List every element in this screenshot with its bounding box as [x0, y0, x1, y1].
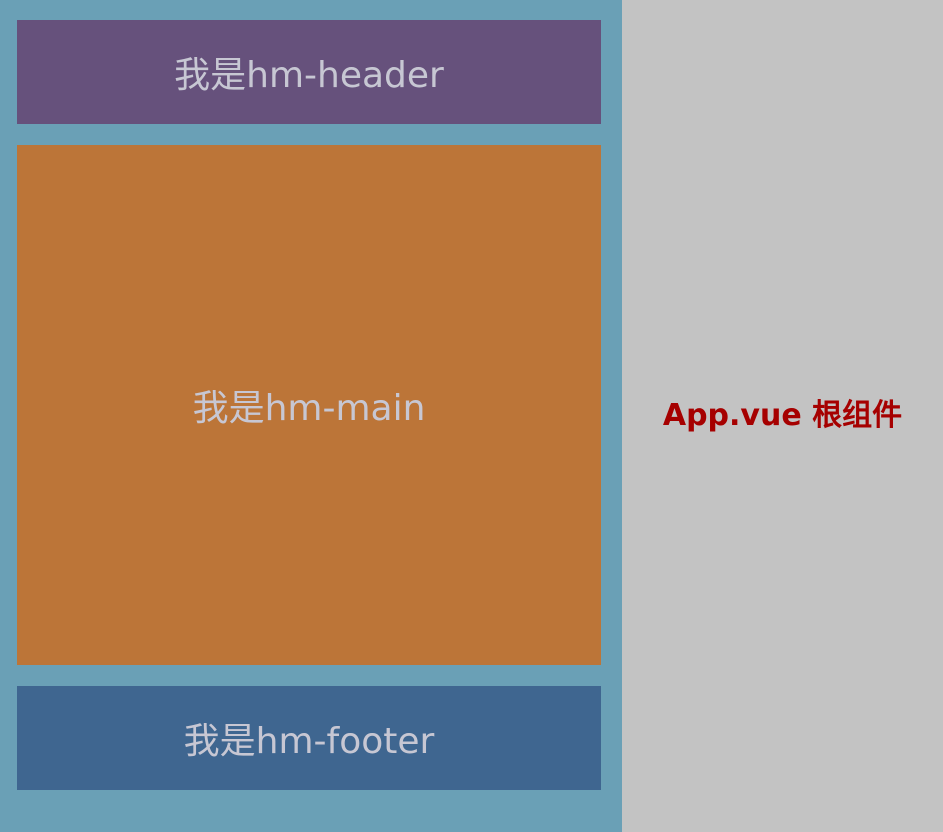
app-vue-root-label: App.vue 根组件 — [622, 390, 943, 434]
hm-main-block: 我是hm-main — [17, 145, 601, 665]
app-root-container: 我是hm-header 我是hm-main 我是hm-footer App.vu… — [0, 0, 943, 832]
hm-footer-block: 我是hm-footer — [17, 686, 601, 790]
app-layout-column: 我是hm-header 我是hm-main 我是hm-footer — [0, 0, 622, 832]
hm-header-text: 我是hm-header — [174, 55, 444, 96]
app-vue-root-label-text: App.vue 根组件 — [662, 398, 903, 433]
hm-header-block: 我是hm-header — [17, 20, 601, 124]
hm-footer-text: 我是hm-footer — [183, 721, 435, 762]
hm-main-text: 我是hm-main — [192, 388, 426, 429]
